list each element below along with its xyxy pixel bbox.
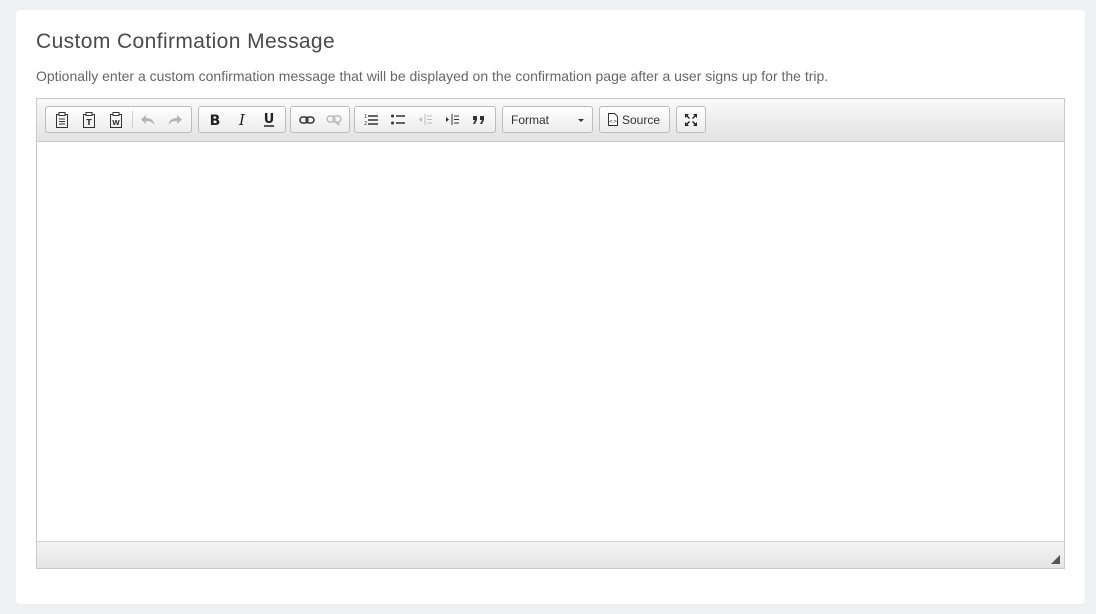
section-description: Optionally enter a custom confirmation m…: [36, 68, 829, 84]
link-icon[interactable]: [293, 108, 320, 131]
maximize-group: [676, 106, 706, 133]
editor-toolbar: T W B I U 1 2 Format <> Source: [37, 99, 1064, 142]
paste-word-icon[interactable]: W: [102, 108, 129, 131]
confirmation-message-card: Custom Confirmation Message Optionally e…: [16, 10, 1085, 604]
paste-text-icon[interactable]: T: [75, 108, 102, 131]
bulleted-list-icon[interactable]: [384, 108, 411, 131]
unlink-icon[interactable]: [320, 108, 347, 131]
numbered-list-icon[interactable]: 12: [357, 108, 384, 131]
paste-icon[interactable]: [48, 108, 75, 131]
svg-text:U: U: [264, 112, 275, 127]
indent-icon[interactable]: [439, 108, 466, 131]
rich-text-editor: T W B I U 1 2 Format <> Source: [36, 98, 1065, 569]
bold-icon[interactable]: B: [201, 108, 228, 131]
italic-icon[interactable]: I: [228, 108, 255, 131]
redo-icon[interactable]: [162, 108, 189, 131]
svg-text:1: 1: [364, 114, 367, 120]
resize-handle[interactable]: [1051, 555, 1060, 564]
blockquote-icon[interactable]: [466, 108, 493, 131]
format-dropdown[interactable]: Format: [502, 106, 593, 133]
editor-statusbar: [37, 541, 1064, 568]
toolbar-separator: [131, 111, 133, 128]
editor-content-area[interactable]: [37, 142, 1064, 542]
clipboard-history-group: T W: [45, 106, 192, 133]
maximize-icon[interactable]: [678, 108, 704, 131]
svg-text:W: W: [112, 119, 120, 127]
svg-text:T: T: [86, 118, 92, 127]
section-title: Custom Confirmation Message: [36, 30, 336, 53]
underline-icon[interactable]: U: [256, 108, 283, 131]
undo-icon[interactable]: [135, 108, 162, 131]
chevron-down-icon: [578, 119, 584, 122]
format-label: Format: [511, 112, 550, 127]
svg-text:2: 2: [364, 121, 367, 126]
svg-text:<>: <>: [609, 119, 617, 125]
paragraph-group: 12: [354, 106, 496, 133]
links-group: [290, 106, 350, 133]
source-label: Source: [622, 112, 661, 127]
svg-text:I: I: [238, 113, 246, 127]
basic-styles-group: B I U: [198, 106, 286, 133]
svg-text:B: B: [209, 113, 220, 127]
source-document-icon: <>: [608, 113, 618, 126]
source-button[interactable]: <> Source: [599, 106, 670, 133]
outdent-icon[interactable]: [411, 108, 438, 131]
